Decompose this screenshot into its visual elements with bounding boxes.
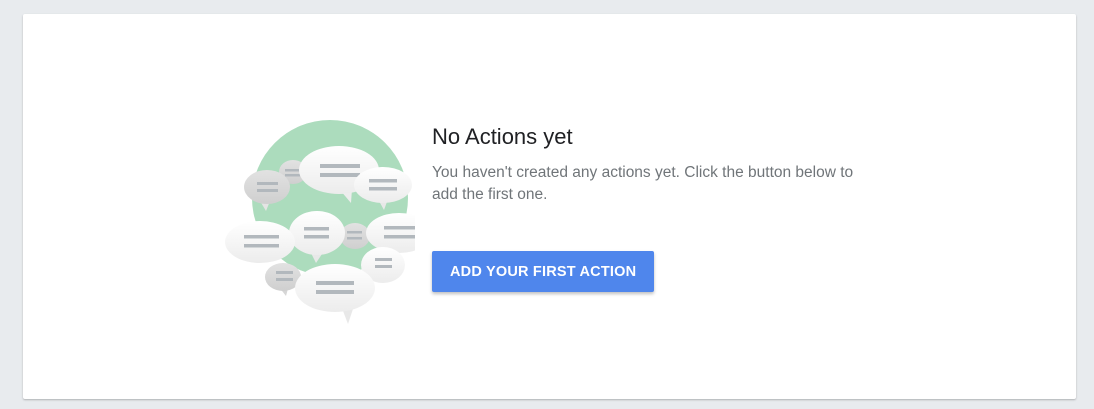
empty-state-content: No Actions yet You haven't created any a… — [432, 123, 882, 292]
chat-bubbles-illustration-icon — [200, 119, 415, 329]
add-first-action-button[interactable]: ADD YOUR FIRST ACTION — [432, 251, 655, 292]
empty-state-card: No Actions yet You haven't created any a… — [23, 14, 1076, 399]
empty-state-description: You haven't created any actions yet. Cli… — [432, 164, 854, 203]
empty-state-title: No Actions yet — [432, 124, 573, 149]
